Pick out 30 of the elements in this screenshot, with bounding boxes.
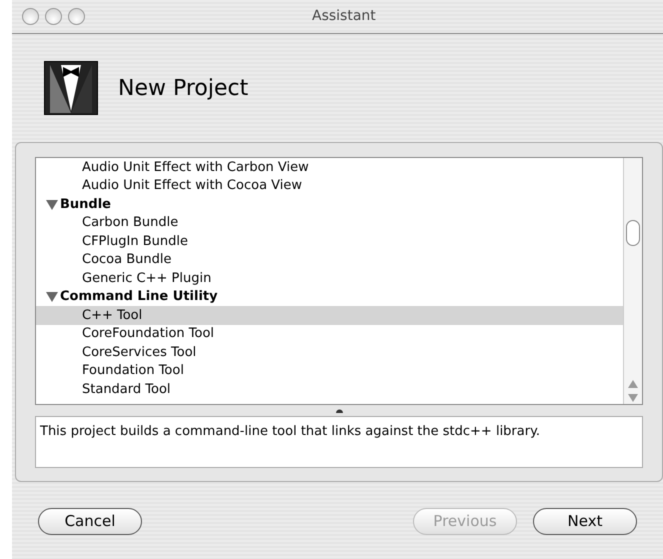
list-item[interactable]: CFPlugIn Bundle [36, 232, 623, 250]
list-item[interactable]: CoreFoundation Tool [36, 324, 623, 343]
list-item[interactable]: Audio Unit Effect with Cocoa View [36, 176, 623, 195]
list-item[interactable]: Cocoa Bundle [36, 250, 623, 269]
scroll-up-arrow-icon[interactable] [628, 380, 638, 388]
scroll-down-arrow-icon[interactable] [628, 394, 638, 402]
window-control-button[interactable] [22, 8, 39, 25]
scrollbar[interactable] [623, 158, 642, 404]
template-list[interactable] [35, 157, 643, 405]
expanded-triangle-icon[interactable] [46, 198, 58, 210]
expanded-triangle-icon[interactable] [46, 291, 58, 302]
window-control-button[interactable] [45, 8, 62, 25]
list-item[interactable]: Foundation Tool [36, 362, 623, 380]
window-title: Assistant [312, 7, 376, 26]
list-item[interactable]: Standard Tool [36, 380, 623, 398]
scroll-thumb[interactable] [626, 220, 640, 246]
next-button[interactable]: Next [533, 508, 637, 535]
description-text: This project builds a command-line tool that links against the stdc++ library. [40, 423, 542, 441]
page-title: New Project [118, 74, 248, 102]
group-label: Command Line Utility [60, 288, 218, 306]
list-item[interactable]: Generic C++ Plugin [36, 269, 623, 288]
group-label: Bundle [60, 196, 111, 214]
list-item[interactable]: Carbon Bundle [36, 214, 623, 232]
splitter-handle-icon[interactable] [336, 408, 342, 413]
cancel-button[interactable]: Cancel [38, 508, 142, 535]
window-control-button[interactable] [68, 8, 85, 25]
list-item[interactable]: Audio Unit Effect with Carbon View [36, 158, 623, 176]
list-item[interactable]: CoreServices Tool [36, 343, 623, 362]
list-item[interactable]: C++ Tool [36, 306, 623, 324]
tuxedo-icon [44, 61, 98, 115]
